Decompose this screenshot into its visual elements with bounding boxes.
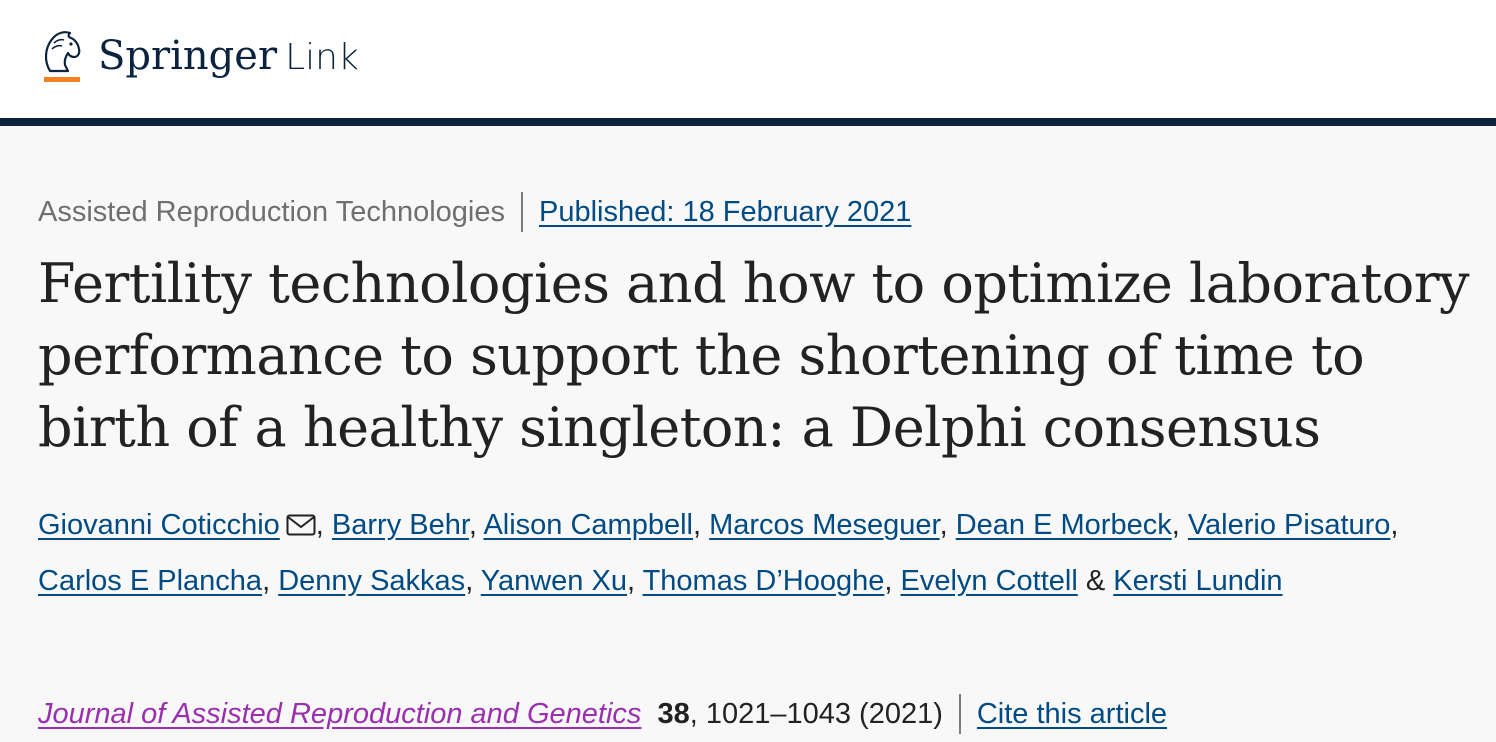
article-meta: Assisted Reproduction Technologies Publi… — [38, 192, 911, 232]
article-category: Assisted Reproduction Technologies — [38, 195, 505, 228]
cite-article-link[interactable]: Cite this article — [977, 698, 1167, 731]
author-separator: , — [315, 509, 332, 541]
author-link[interactable]: Alison Campbell — [483, 509, 693, 541]
author-link[interactable]: Marcos Meseguer — [709, 509, 940, 541]
site-header: Springer Link — [0, 0, 1496, 118]
citation-line: Journal of Assisted Reproduction and Gen… — [38, 694, 1167, 734]
author-link[interactable]: Evelyn Cottell — [900, 565, 1077, 597]
citation-divider — [958, 694, 961, 734]
author-separator: , — [939, 509, 956, 541]
author-separator: , — [262, 565, 279, 597]
author-separator: & — [1077, 565, 1114, 597]
mail-icon[interactable] — [286, 500, 316, 554]
logo-springer-text: Springer — [98, 33, 278, 79]
author-link[interactable]: Giovanni Coticchio — [38, 509, 280, 541]
author-separator: , — [1171, 509, 1188, 541]
author-list: Giovanni Coticchio, Barry Behr, Alison C… — [38, 498, 1458, 608]
journal-volume: 38 — [657, 697, 690, 730]
author-link[interactable]: Denny Sakkas — [278, 565, 465, 597]
header-divider-bar — [0, 118, 1496, 126]
author-separator: , — [884, 565, 901, 597]
article-title: Fertility technologies and how to optimi… — [38, 252, 1470, 459]
author-link[interactable]: Carlos E Plancha — [38, 565, 262, 597]
journal-link[interactable]: Journal of Assisted Reproduction and Gen… — [38, 698, 641, 731]
author-separator: , — [468, 509, 484, 541]
author-link[interactable]: Barry Behr — [332, 509, 469, 541]
author-link[interactable]: Dean E Morbeck — [956, 509, 1172, 541]
author-link[interactable]: Thomas D’Hooghe — [643, 565, 885, 597]
author-separator: , — [626, 565, 643, 597]
springerlink-logo[interactable]: Springer Link — [38, 26, 359, 86]
meta-divider — [520, 192, 523, 232]
logo-link-text: Link — [285, 37, 359, 78]
author-link[interactable]: Valerio Pisaturo — [1188, 509, 1391, 541]
author-separator: , — [465, 565, 481, 597]
author-separator: , — [692, 509, 710, 541]
published-date-link[interactable]: Published: 18 February 2021 — [539, 196, 911, 229]
author-link[interactable]: Yanwen Xu — [481, 565, 627, 597]
springer-horse-icon — [38, 27, 86, 85]
author-separator: , — [1390, 509, 1399, 541]
journal-pages-year: , 1021–1043 (2021) — [689, 697, 943, 730]
author-link[interactable]: Kersti Lundin — [1113, 565, 1282, 597]
